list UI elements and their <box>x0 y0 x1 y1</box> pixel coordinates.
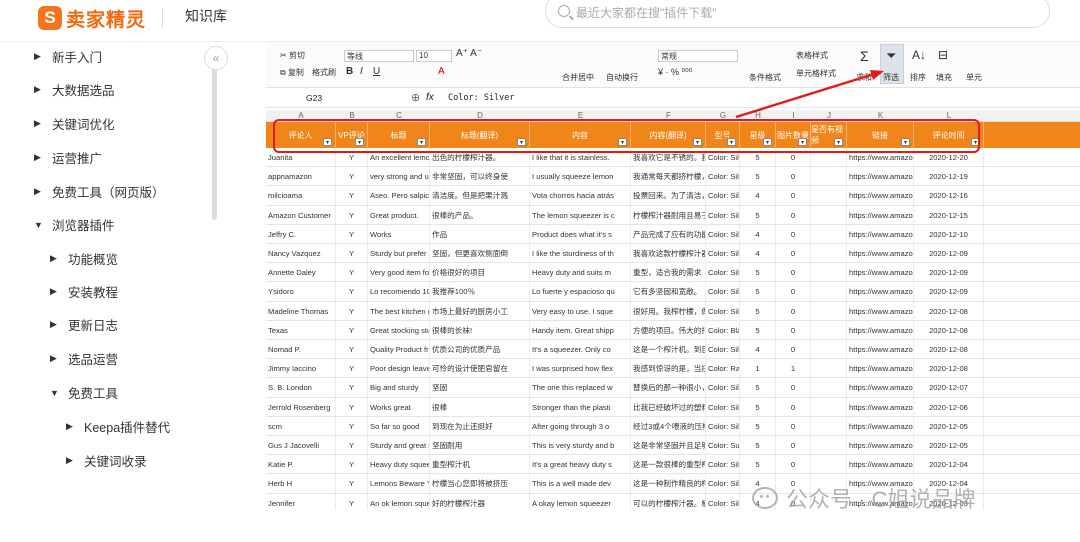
annotation-arrow <box>735 70 884 119</box>
watermark-text: 公众号 · C姐说品牌 <box>786 487 976 512</box>
watermark: 公众号 · C姐说品牌 <box>752 482 975 514</box>
wechat-icon <box>752 487 778 509</box>
